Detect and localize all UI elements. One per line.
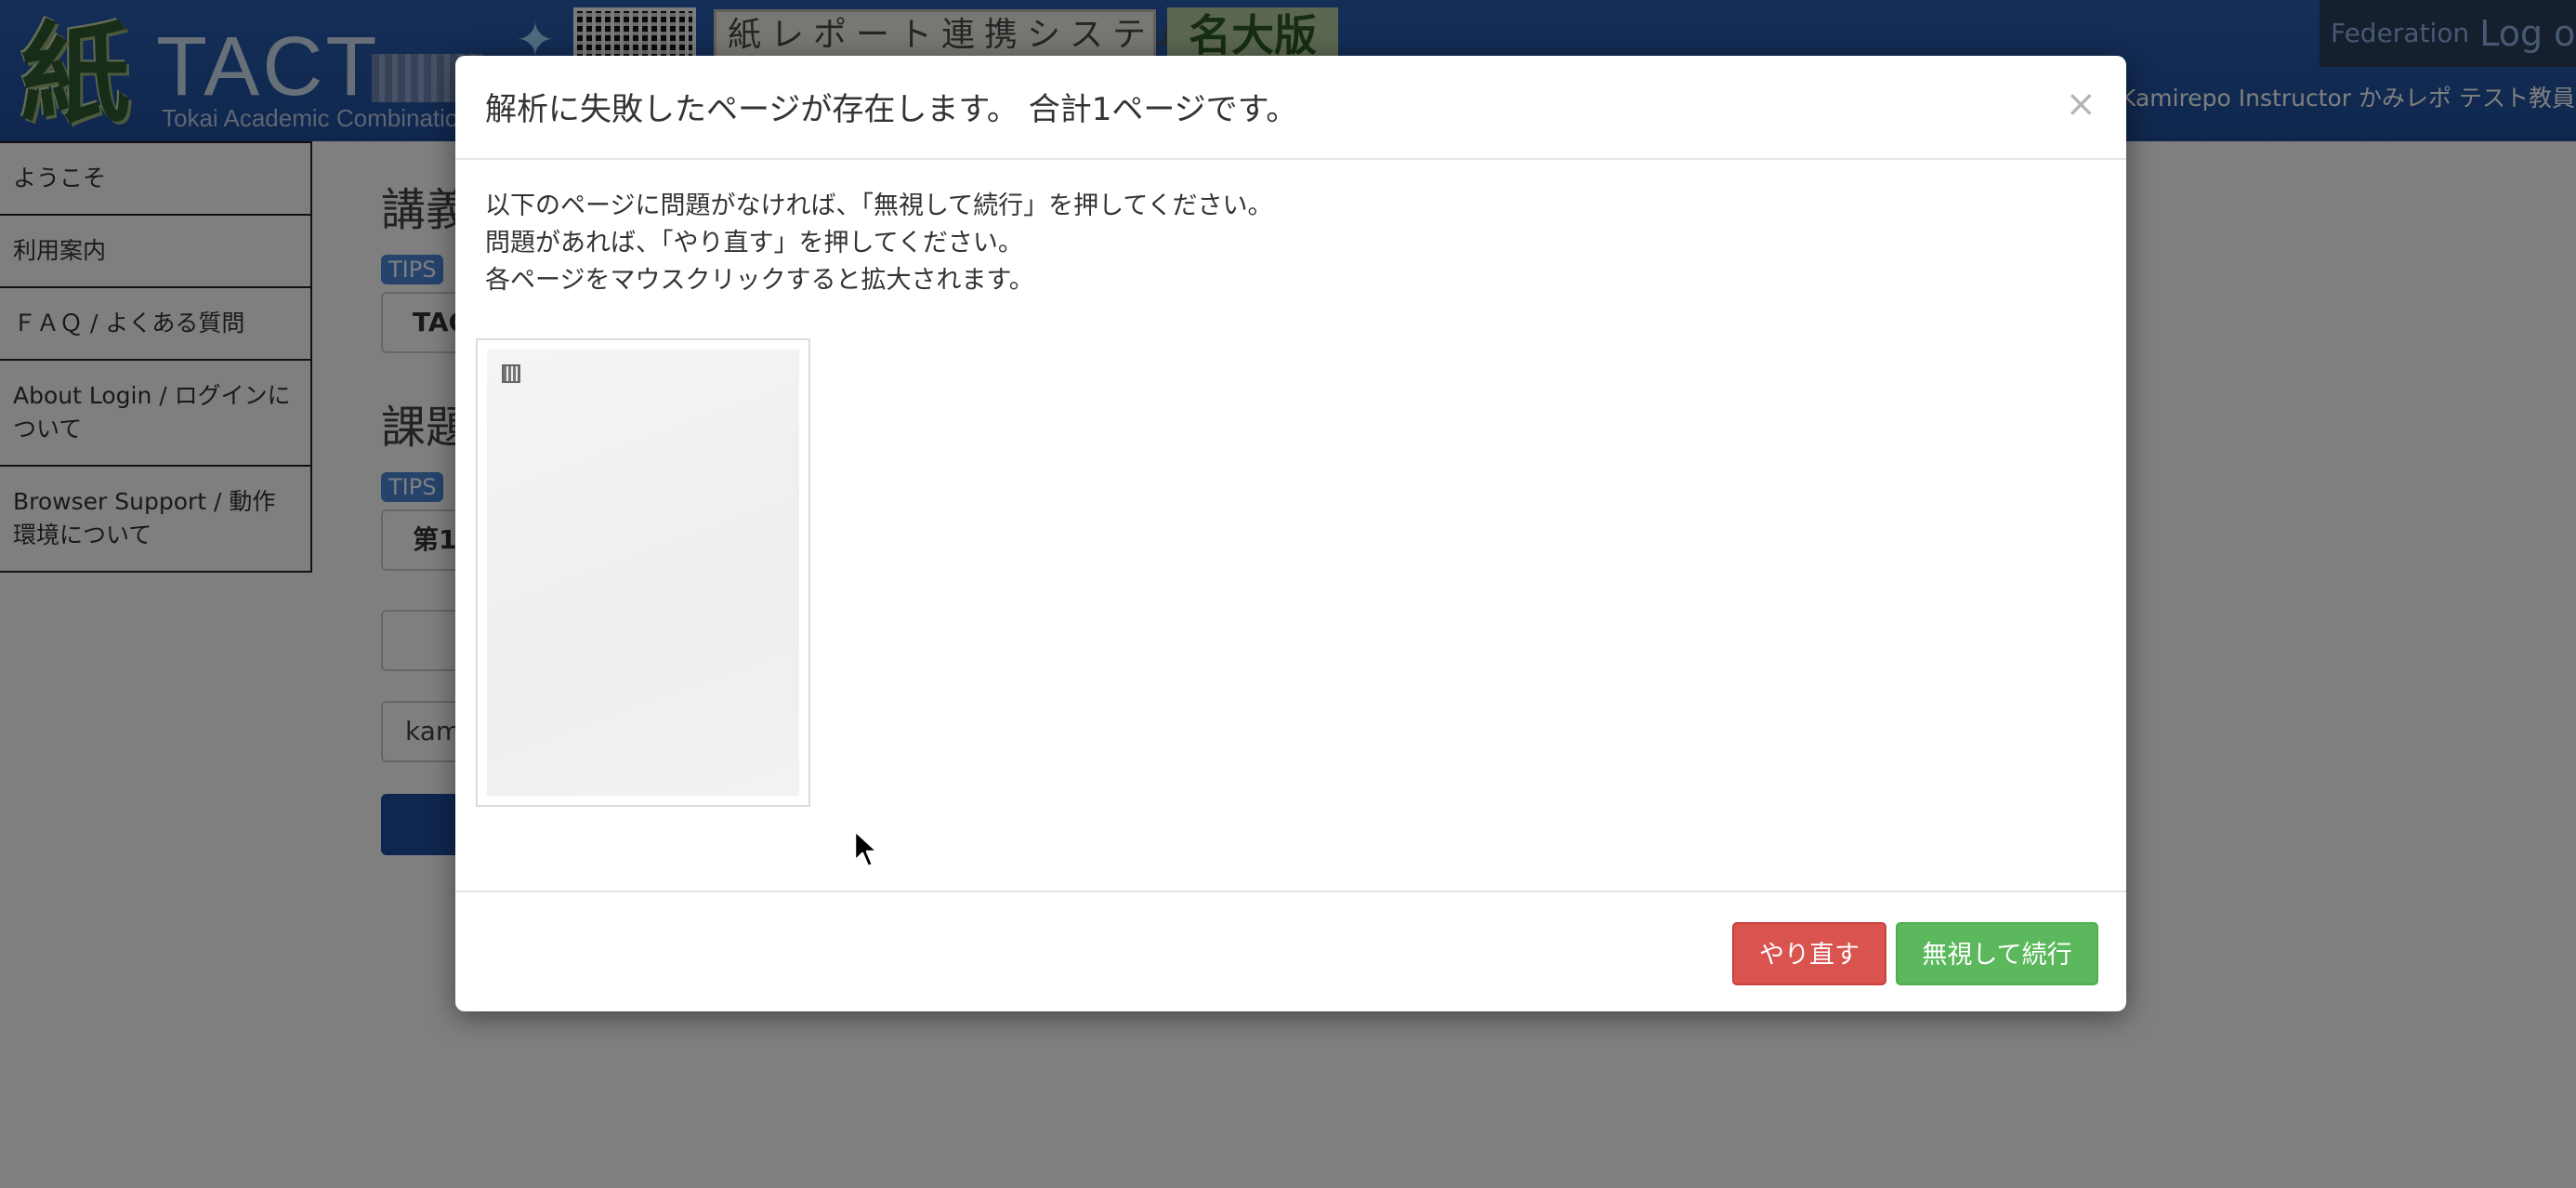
modal-header: 解析に失敗したページが存在します。 合計1ページです。 × bbox=[455, 56, 2126, 160]
instruction-line-3: 各ページをマウスクリックすると拡大されます。 bbox=[485, 266, 1034, 295]
error-modal: 解析に失敗したページが存在します。 合計1ページです。 × 以下のページに問題が… bbox=[455, 56, 2126, 1011]
mouse-pointer-icon bbox=[853, 829, 879, 868]
page-preview-image bbox=[487, 350, 799, 796]
instruction-line-2: 問題があれば、「やり直す」を押してください。 bbox=[485, 229, 1023, 257]
retry-button[interactable]: やり直す bbox=[1732, 922, 1886, 985]
modal-footer: やり直す 無視して続行 bbox=[455, 891, 2126, 1011]
failed-page-thumbnail[interactable] bbox=[476, 338, 810, 807]
ignore-continue-button[interactable]: 無視して続行 bbox=[1896, 922, 2098, 985]
modal-title: 解析に失敗したページが存在します。 合計1ページです。 bbox=[485, 91, 1298, 128]
page-qr-icon bbox=[502, 364, 520, 383]
modal-instructions: 以下のページに問題がなければ、「無視して続行」を押してください。 問題があれば、… bbox=[485, 188, 1273, 299]
instruction-line-1: 以下のページに問題がなければ、「無視して続行」を押してください。 bbox=[485, 191, 1273, 220]
close-icon[interactable]: × bbox=[2065, 84, 2096, 125]
